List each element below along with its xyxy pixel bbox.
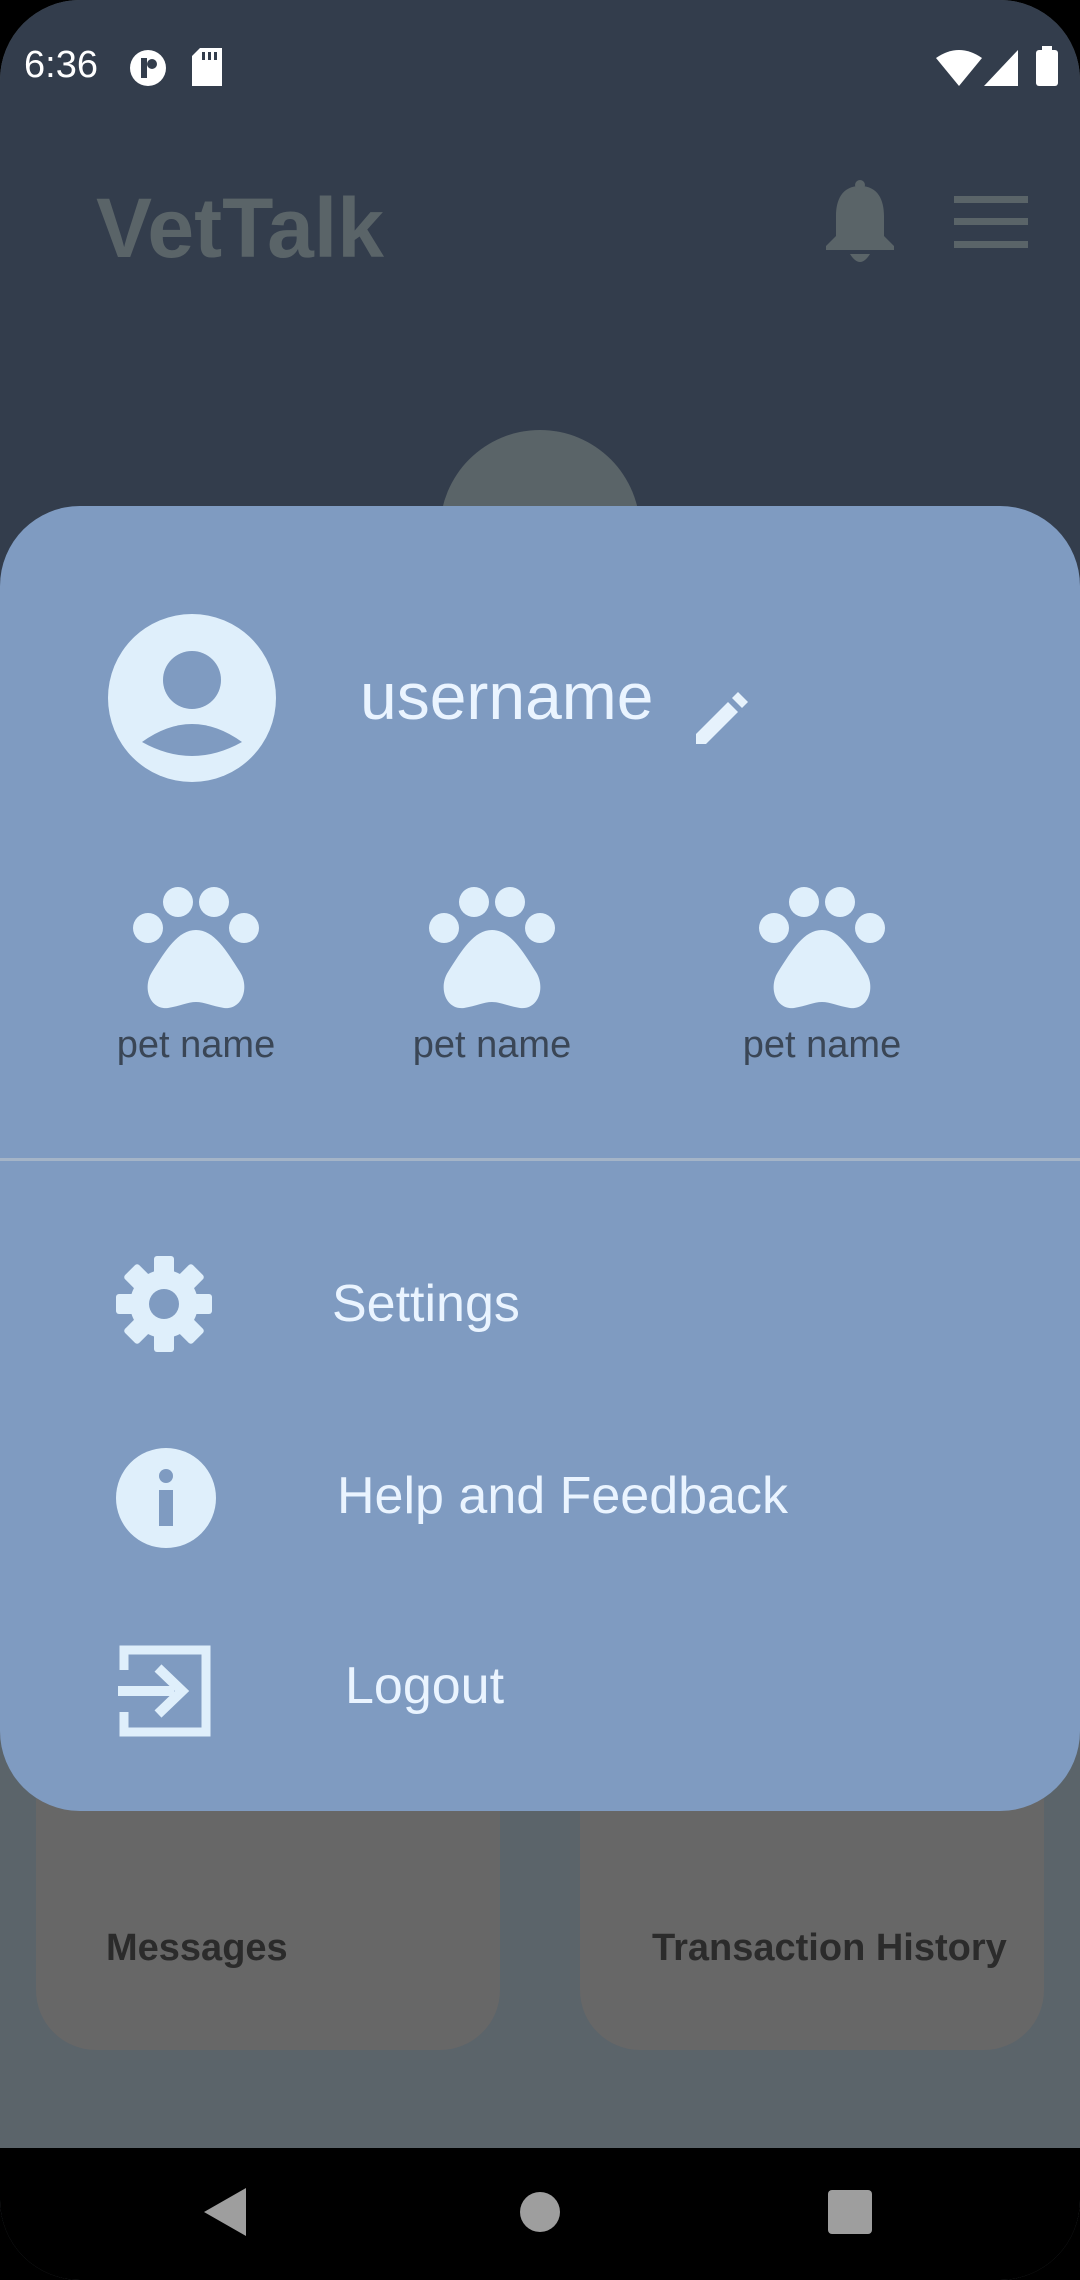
divider: [0, 1158, 1080, 1161]
menu-item-settings[interactable]: Settings: [0, 1232, 1080, 1372]
app-title: VetTalk: [96, 181, 384, 275]
menu-item-help-feedback[interactable]: Help and Feedback: [0, 1424, 1080, 1564]
logout-icon: [118, 1644, 212, 1743]
sd-card-icon: [192, 48, 222, 91]
paw-icon: [66, 886, 326, 1010]
back-icon[interactable]: [204, 2188, 246, 2241]
paw-icon: [692, 886, 952, 1010]
info-icon: [116, 1448, 216, 1553]
bell-icon[interactable]: [822, 180, 898, 271]
pet-name-label: pet name: [412, 1024, 572, 1066]
status-time: 6:36: [24, 44, 98, 86]
battery-icon: [1036, 46, 1058, 91]
pet-item[interactable]: pet name: [692, 886, 952, 1067]
hamburger-menu-icon[interactable]: [954, 196, 1028, 253]
status-bar: 6:36: [0, 0, 1080, 136]
transaction-history-card-label: Transaction History: [652, 1927, 1007, 1969]
messages-card-label: Messages: [106, 1927, 288, 1969]
menu-label-settings: Settings: [332, 1275, 520, 1333]
username-text: username: [360, 659, 654, 733]
menu-item-logout[interactable]: Logout: [0, 1614, 1080, 1754]
edit-username-icon[interactable]: [690, 686, 754, 755]
gear-icon: [114, 1254, 214, 1359]
wifi-icon: [936, 50, 982, 91]
paw-icon: [362, 886, 622, 1010]
pet-item[interactable]: pet name: [362, 886, 622, 1067]
notification-app-icon: [128, 48, 168, 93]
menu-label-logout: Logout: [345, 1657, 505, 1715]
pet-item[interactable]: pet name: [66, 886, 326, 1067]
recents-icon[interactable]: [828, 2190, 872, 2239]
profile-avatar-icon[interactable]: [108, 614, 276, 782]
profile-drawer: username pet name pet name pet name Sett…: [0, 506, 1080, 1811]
menu-label-help-feedback: Help and Feedback: [337, 1467, 788, 1525]
cellular-signal-icon: [984, 50, 1018, 91]
home-icon[interactable]: [518, 2190, 562, 2239]
phone-screen: 6:36 VetTalk Messages Transaction Histor…: [0, 0, 1080, 2280]
pet-name-label: pet name: [742, 1024, 902, 1066]
pet-name-label: pet name: [116, 1024, 276, 1066]
system-navigation-bar: [0, 2148, 1080, 2280]
